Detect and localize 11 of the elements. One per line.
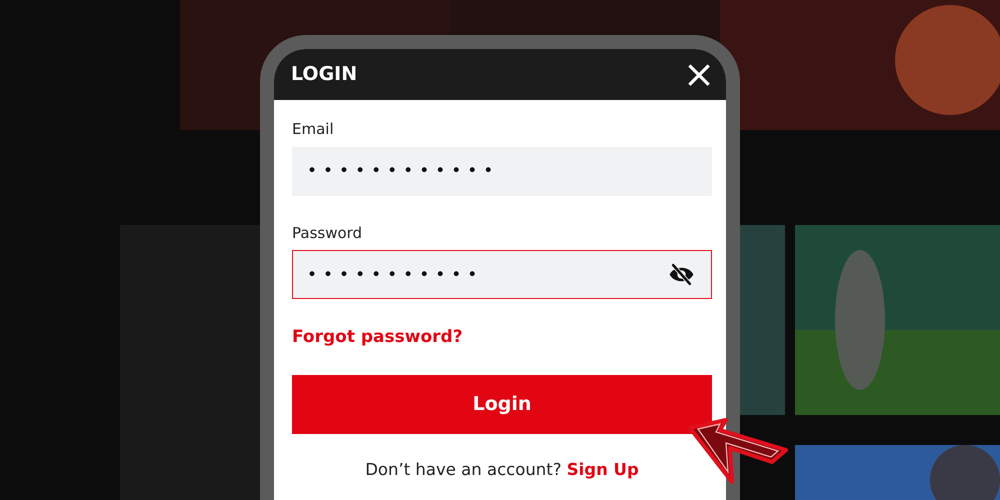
- field-label: Email: [292, 119, 335, 140]
- dialog-title: LOGIN: [291, 62, 358, 87]
- forgot-password-link[interactable]: Forgot password?: [292, 327, 463, 347]
- close-button[interactable]: ×: [683, 55, 715, 93]
- eye-slash-icon[interactable]: [669, 262, 694, 287]
- input-field[interactable]: •••••••••••: [292, 250, 712, 299]
- login-button[interactable]: Login: [292, 374, 712, 434]
- field-label: Password: [292, 222, 364, 244]
- signup-text: Don’t have an account? Sign Up: [364, 458, 640, 481]
- input-field[interactable]: ••••••••••••: [292, 146, 712, 196]
- signup-link[interactable]: Sign Up: [566, 460, 639, 478]
